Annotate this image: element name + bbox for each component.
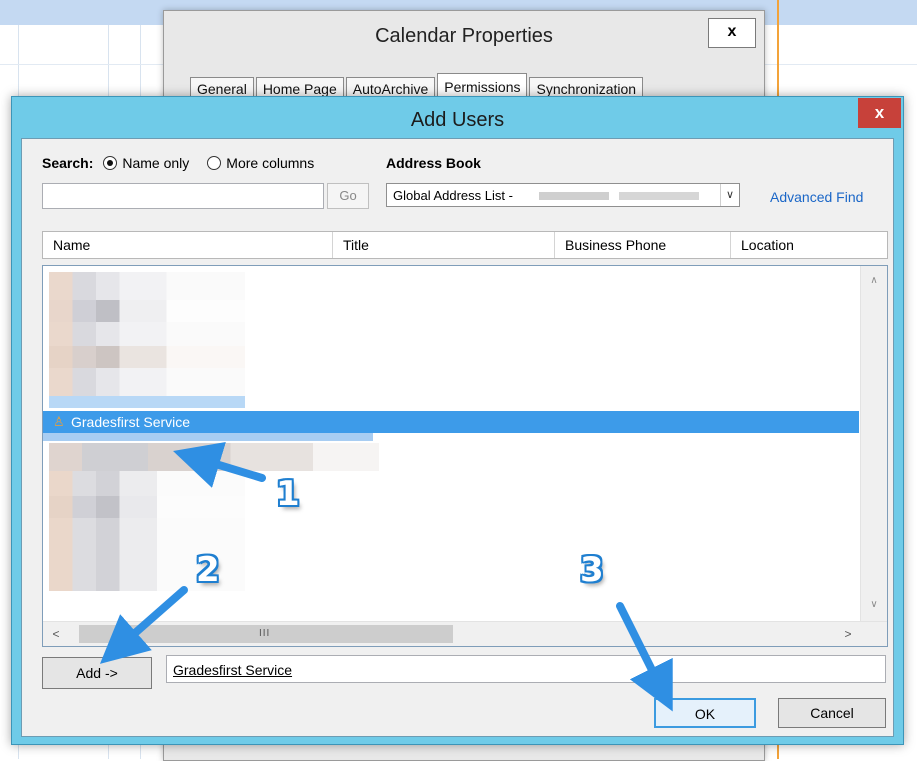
redacted-text xyxy=(619,192,699,200)
ok-button[interactable]: OK xyxy=(654,698,756,728)
horizontal-scrollbar[interactable]: < III > xyxy=(43,621,887,646)
search-options-row: Search: Name only More columns xyxy=(42,155,332,171)
user-list[interactable]: ♙ Gradesfirst Service ∧ ∨ < III > xyxy=(42,265,888,647)
advanced-find-link[interactable]: Advanced Find xyxy=(770,189,863,205)
radio-unchecked-icon xyxy=(207,156,222,170)
added-user-entry: Gradesfirst Service xyxy=(173,662,293,678)
scroll-right-icon[interactable]: > xyxy=(839,625,857,643)
chevron-down-icon[interactable]: ∨ xyxy=(720,184,739,206)
cancel-button[interactable]: Cancel xyxy=(778,698,886,728)
calendar-properties-close-button[interactable]: x xyxy=(708,18,756,48)
scroll-up-icon[interactable]: ∧ xyxy=(865,272,883,290)
search-input[interactable] xyxy=(42,183,324,209)
redacted-rows xyxy=(49,496,245,518)
radio-more-columns[interactable]: More columns xyxy=(207,155,314,171)
selected-user-row[interactable]: ♙ Gradesfirst Service xyxy=(43,411,859,433)
scroll-left-icon[interactable]: < xyxy=(47,625,65,643)
dialog-close-button[interactable]: x xyxy=(858,98,901,128)
annotation-step-1: 1 xyxy=(276,474,300,514)
annotation-step-2: 2 xyxy=(196,550,220,590)
radio-name-only-label: Name only xyxy=(122,155,190,171)
address-book-value: Global Address List - xyxy=(393,188,513,203)
radio-name-only[interactable]: Name only xyxy=(103,155,189,171)
grip-icon: III xyxy=(259,628,271,639)
add-button[interactable]: Add -> xyxy=(42,657,152,689)
address-book-select[interactable]: Global Address List - ∨ xyxy=(386,183,740,207)
redacted-text xyxy=(539,192,609,200)
search-label: Search: xyxy=(42,155,94,171)
radio-checked-icon xyxy=(103,156,118,170)
annotation-step-3: 3 xyxy=(580,550,604,590)
dialog-title: Add Users xyxy=(410,109,505,131)
vertical-scrollbar[interactable]: ∧ ∨ xyxy=(860,266,887,621)
horizontal-scroll-thumb[interactable]: III xyxy=(79,625,453,643)
calendar-properties-title: Calendar Properties xyxy=(375,25,553,47)
go-button[interactable]: Go xyxy=(327,183,369,209)
redacted-rows xyxy=(49,443,379,471)
added-users-field[interactable]: Gradesfirst Service xyxy=(166,655,886,683)
user-icon: ♙ xyxy=(53,414,65,429)
column-header-location[interactable]: Location xyxy=(731,232,887,258)
redacted-rows xyxy=(49,300,245,322)
redacted-rows xyxy=(49,272,245,398)
column-header-title[interactable]: Title xyxy=(333,232,555,258)
column-header-business-phone[interactable]: Business Phone xyxy=(555,232,731,258)
scroll-down-icon[interactable]: ∨ xyxy=(865,596,883,614)
column-header-name[interactable]: Name xyxy=(43,232,333,258)
dialog-client-area: Search: Name only More columns Address B… xyxy=(21,138,894,737)
redacted-rows xyxy=(49,346,245,368)
redacted-rows xyxy=(43,433,373,441)
selected-user-name: Gradesfirst Service xyxy=(71,414,191,430)
add-users-dialog: Add Users x Search: Name only More colum… xyxy=(11,96,904,745)
address-book-label: Address Book xyxy=(386,155,481,171)
radio-more-columns-label: More columns xyxy=(226,155,315,171)
column-header-row: Name Title Business Phone Location xyxy=(42,231,888,259)
redacted-rows xyxy=(49,396,245,408)
